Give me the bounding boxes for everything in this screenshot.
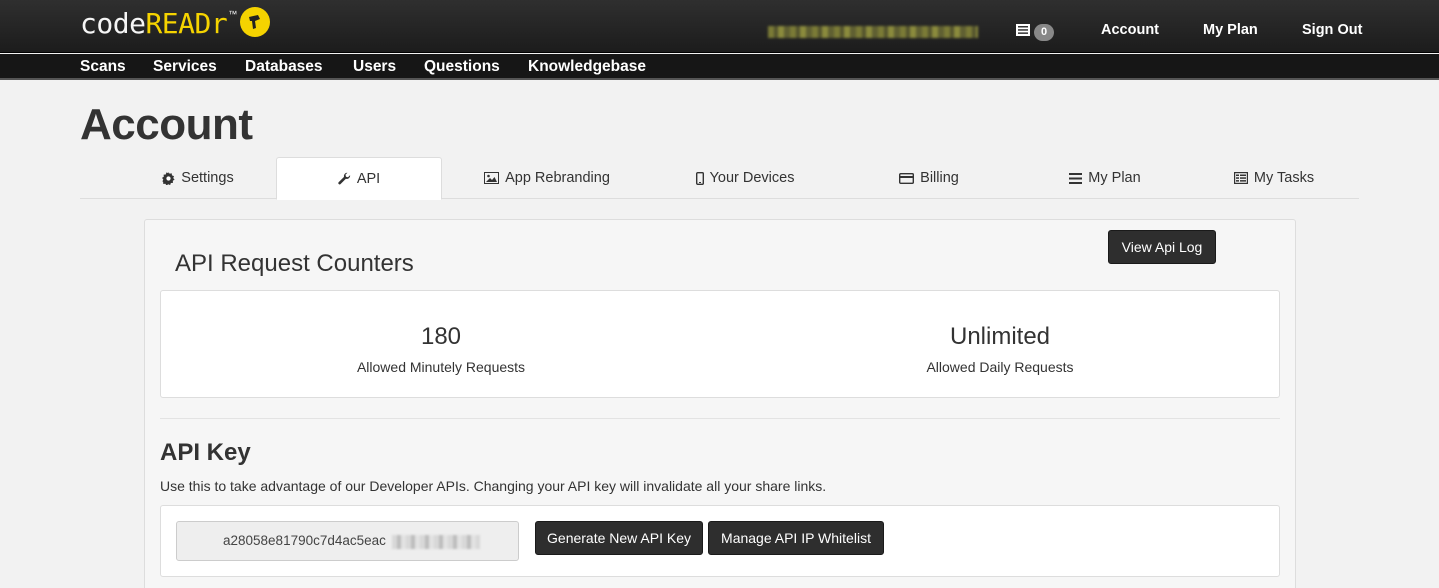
codereadr-logo[interactable]: code READr ™ bbox=[80, 7, 270, 44]
tab-settings[interactable]: Settings bbox=[120, 157, 276, 199]
counters-box: 180 Allowed Minutely Requests Unlimited … bbox=[160, 290, 1280, 398]
api-key-box: a28058e81790c7d4ac5eac Generate New API … bbox=[160, 505, 1280, 577]
main-nav: Scans Services Databases Users Questions… bbox=[0, 54, 1439, 80]
manage-ip-whitelist-button[interactable]: Manage API IP Whitelist bbox=[708, 521, 884, 555]
tab-label: My Plan bbox=[1088, 170, 1141, 186]
tab-label: Settings bbox=[181, 170, 234, 186]
tab-label: My Tasks bbox=[1253, 170, 1315, 186]
picture-icon bbox=[484, 172, 500, 184]
counter-value: Unlimited bbox=[949, 323, 1051, 350]
counter-minutely: 180 Allowed Minutely Requests bbox=[161, 323, 721, 375]
tab-app-rebranding[interactable]: App Rebranding bbox=[442, 157, 652, 199]
tab-my-tasks[interactable]: My Tasks bbox=[1190, 157, 1358, 199]
inbox-icon bbox=[1016, 23, 1030, 41]
api-key-value: a28058e81790c7d4ac5eac bbox=[223, 533, 386, 548]
counter-label: Allowed Minutely Requests bbox=[356, 359, 526, 375]
counter-value: 180 bbox=[420, 323, 462, 350]
section-divider bbox=[160, 418, 1280, 419]
nav-knowledgebase[interactable]: Knowledgebase bbox=[528, 58, 646, 76]
nav-services[interactable]: Services bbox=[153, 58, 217, 76]
tab-label: Billing bbox=[920, 170, 959, 186]
logo-text-code: code bbox=[80, 7, 146, 40]
tab-billing[interactable]: Billing bbox=[838, 157, 1020, 199]
tab-label: Your Devices bbox=[709, 170, 795, 186]
list-icon bbox=[1069, 172, 1083, 184]
credit-card-icon bbox=[899, 172, 915, 184]
nav-questions[interactable]: Questions bbox=[424, 58, 500, 76]
nav-users[interactable]: Users bbox=[353, 58, 396, 76]
api-key-field[interactable]: a28058e81790c7d4ac5eac bbox=[176, 521, 519, 561]
inbox-count-badge: 0 bbox=[1034, 23, 1055, 41]
api-key-description: Use this to take advantage of our Develo… bbox=[160, 478, 827, 494]
barcode-scanner-icon bbox=[239, 7, 270, 37]
tab-label: API bbox=[356, 170, 381, 187]
generate-api-key-button[interactable]: Generate New API Key bbox=[535, 521, 703, 555]
top-header: code READr ™ 0 Account My Plan Sign Out bbox=[0, 0, 1439, 53]
tab-label: App Rebranding bbox=[505, 170, 610, 186]
wrench-icon bbox=[338, 172, 351, 185]
tab-api[interactable]: API bbox=[276, 157, 442, 200]
gear-icon bbox=[162, 171, 175, 185]
nav-scans[interactable]: Scans bbox=[80, 58, 126, 76]
account-tabs: Settings API App Rebranding Your Devices… bbox=[80, 157, 1359, 200]
my-plan-link[interactable]: My Plan bbox=[1203, 22, 1258, 38]
api-panel: View Api Log API Request Counters 180 Al… bbox=[144, 219, 1296, 588]
mobile-phone-icon bbox=[695, 171, 704, 185]
logo-text-reader: READr bbox=[145, 7, 228, 40]
view-api-log-button[interactable]: View Api Log bbox=[1108, 230, 1216, 264]
sign-out-link[interactable]: Sign Out bbox=[1302, 22, 1362, 38]
tab-your-devices[interactable]: Your Devices bbox=[652, 157, 838, 199]
logo-trademark: ™ bbox=[228, 9, 237, 19]
tasks-icon bbox=[1233, 172, 1248, 184]
counter-daily: Unlimited Allowed Daily Requests bbox=[720, 323, 1280, 375]
api-request-counters-heading: API Request Counters bbox=[175, 250, 414, 277]
nav-databases[interactable]: Databases bbox=[245, 58, 323, 76]
api-key-redacted bbox=[392, 535, 480, 549]
page-title: Account bbox=[80, 100, 253, 149]
account-link[interactable]: Account bbox=[1101, 22, 1159, 38]
api-key-heading: API Key bbox=[160, 439, 251, 466]
inbox-indicator[interactable]: 0 bbox=[1016, 23, 1055, 41]
tab-my-plan[interactable]: My Plan bbox=[1020, 157, 1190, 199]
username-redacted bbox=[768, 26, 978, 38]
counter-label: Allowed Daily Requests bbox=[926, 359, 1074, 375]
